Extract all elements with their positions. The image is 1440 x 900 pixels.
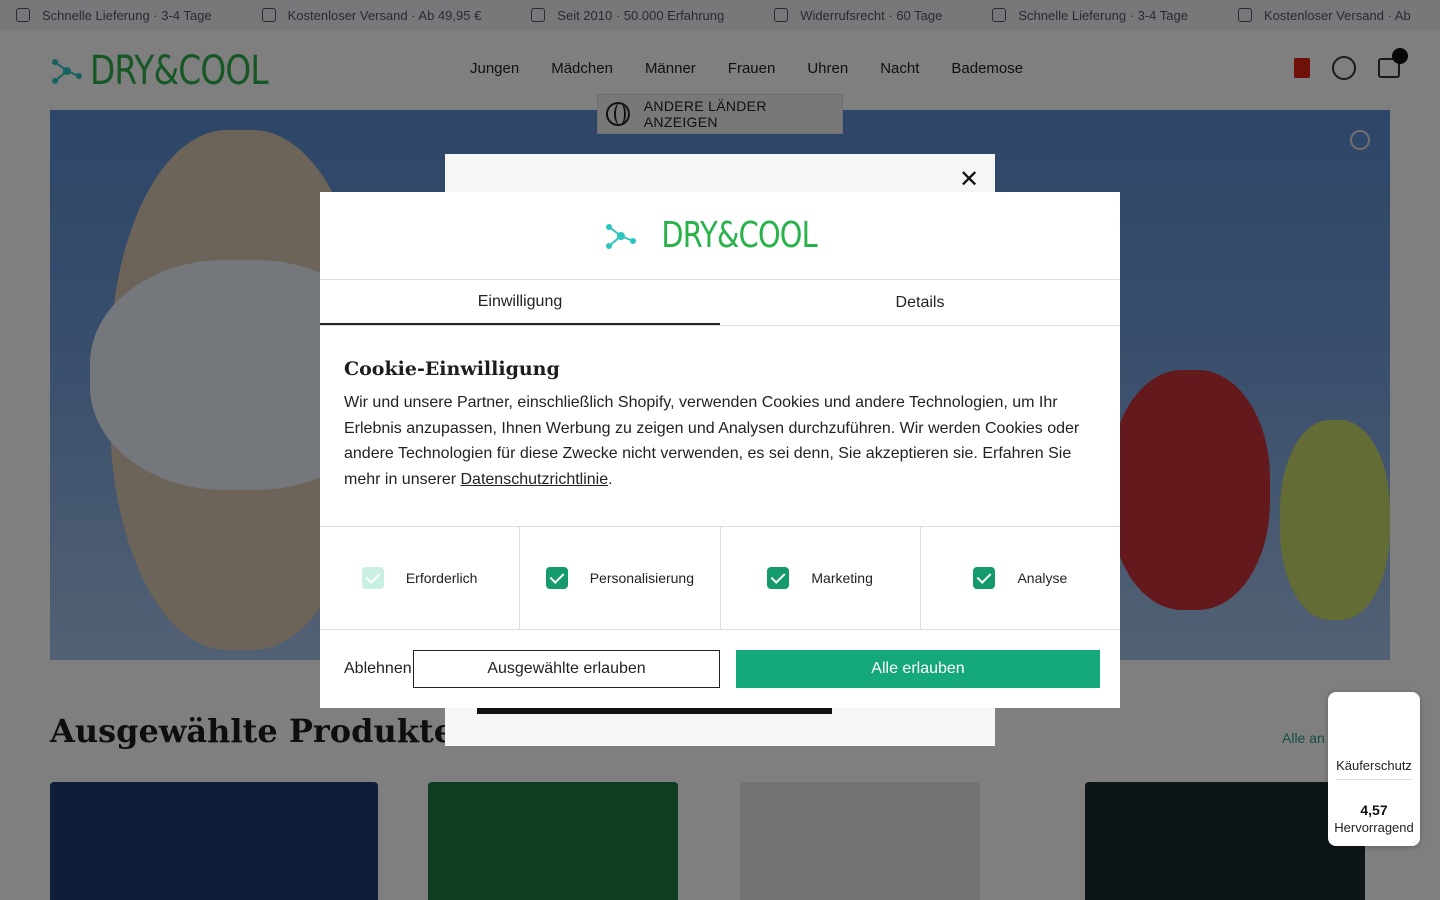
- allow-selected-button[interactable]: Ausgewählte erlauben: [413, 650, 720, 688]
- tab-details[interactable]: Details: [720, 280, 1120, 325]
- category-required: Erforderlich: [320, 527, 521, 629]
- tab-einwilligung[interactable]: Einwilligung: [320, 280, 720, 325]
- checkbox-analytics[interactable]: [973, 567, 996, 589]
- cookie-consent-dialog: DRY&COOL Einwilligung Details Cookie-Ein…: [320, 192, 1120, 708]
- cookie-tabs: Einwilligung Details: [320, 280, 1120, 326]
- molecule-icon: [605, 223, 636, 249]
- trust-badge-rating: Hervorragend: [1334, 820, 1414, 835]
- cookie-actions: Ablehnen Ausgewählte erlauben Alle erlau…: [320, 630, 1120, 708]
- category-label: Erforderlich: [405, 570, 478, 586]
- category-label: Personalisierung: [589, 570, 695, 586]
- trust-badge[interactable]: Käuferschutz 4,57 Hervorragend: [1328, 692, 1420, 846]
- divider: [1336, 779, 1412, 780]
- category-marketing[interactable]: Marketing: [721, 527, 921, 629]
- trust-badge-score: 4,57: [1360, 802, 1388, 818]
- category-analytics[interactable]: Analyse: [921, 527, 1120, 629]
- decline-button[interactable]: Ablehnen: [344, 661, 412, 677]
- cookie-description: Wir und unsere Partner, einschließlich S…: [344, 394, 1080, 488]
- checkbox-personalization[interactable]: [545, 567, 568, 589]
- trust-badge-label: Käuferschutz: [1336, 758, 1412, 773]
- cookie-categories: Erforderlich Personalisierung Marketing …: [320, 526, 1120, 630]
- cookie-title: Cookie-Einwilligung: [344, 358, 560, 380]
- category-personalization[interactable]: Personalisierung: [520, 527, 721, 629]
- category-label: Analyse: [1017, 570, 1068, 586]
- cookie-logo: DRY&COOL: [320, 192, 1120, 280]
- logo-wordmark: DRY&COOL: [661, 215, 817, 256]
- cookie-body: Cookie-Einwilligung Wir und unsere Partn…: [320, 326, 1120, 526]
- close-icon[interactable]: ✕: [959, 168, 979, 192]
- checkbox-required: [361, 567, 384, 589]
- checkbox-marketing[interactable]: [767, 567, 790, 589]
- privacy-policy-link[interactable]: Datenschutzrichtlinie: [461, 471, 609, 488]
- category-label: Marketing: [811, 570, 873, 586]
- allow-all-button[interactable]: Alle erlauben: [736, 650, 1100, 688]
